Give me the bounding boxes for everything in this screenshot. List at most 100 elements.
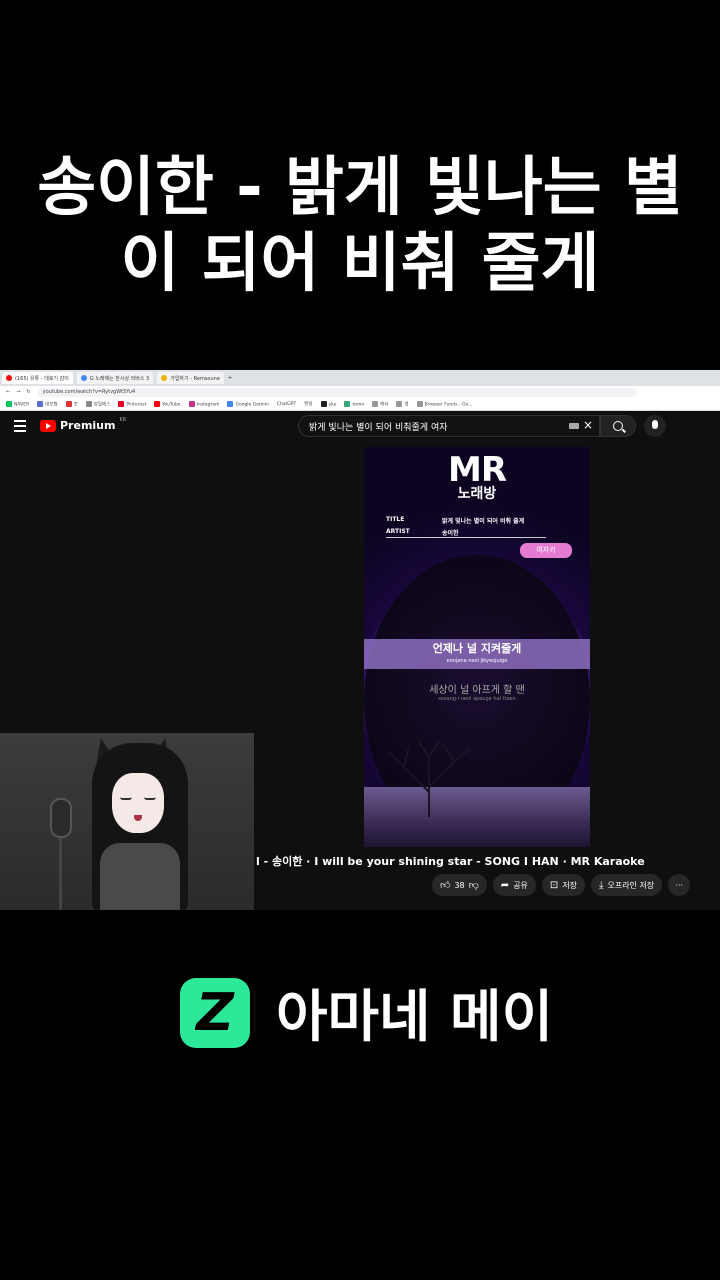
bookmark-item[interactable]: ChatGPT: [277, 402, 296, 407]
save-button[interactable]: ⊡ 저장: [541, 874, 586, 896]
bookmark-item[interactable]: Google Gemini: [227, 400, 269, 407]
thumbs-down-icon[interactable]: 👎︎: [469, 879, 479, 891]
avatar-mouth: [134, 815, 142, 821]
more-options-button[interactable]: ···: [668, 874, 691, 896]
mr-logo: MR: [447, 450, 507, 490]
mr-logo-subtitle: 노래방: [457, 486, 497, 502]
bookmark-item[interactable]: Instagram: [188, 400, 219, 407]
search-query: 밝게 빛나는 별이 되어 비춰줄게 여자: [309, 422, 448, 433]
clear-icon[interactable]: ×: [583, 418, 593, 432]
youtube-icon: [154, 400, 161, 407]
url-field[interactable]: youtube.com/watch?v=RytvgWt5Yu4: [36, 387, 637, 397]
headline: 송이한 - 밝게 빛나는 별 이 되어 비춰 줄게: [0, 150, 720, 302]
browser-tab[interactable]: G 노래에는 한시상 리버스 3: [76, 372, 154, 384]
search-icon: [613, 421, 623, 431]
tab-label: (165) 유튜 - 데로기 감이: [15, 375, 69, 382]
reload-icon[interactable]: ↻: [26, 389, 30, 395]
avatar-body: [100, 843, 180, 910]
new-tab-icon[interactable]: +: [228, 375, 232, 381]
avatar-eye: [144, 797, 156, 800]
forward-icon[interactable]: →: [16, 389, 20, 395]
browser-tab[interactable]: (165) 유튜 - 데로기 감이: [2, 372, 73, 384]
youtube-favicon-icon: [6, 375, 12, 381]
bookmark-icon: [85, 400, 92, 407]
like-count: 38: [454, 880, 465, 890]
mic-stand: [59, 838, 62, 910]
zeta-logo-icon: Z: [180, 977, 250, 1048]
region-label: KR: [119, 416, 127, 423]
youtube-premium-logo[interactable]: Premium KR: [40, 416, 127, 432]
bookmark-icon: [65, 400, 72, 407]
title-key: TITLE: [386, 516, 405, 523]
bookmark-icon: [320, 400, 327, 407]
browser-tab-bar: (165) 유튜 - 데로기 감이 G 노래에는 한시상 리버스 3 가입하기 …: [0, 370, 720, 386]
youtube-play-icon: [40, 419, 56, 432]
channel-name: 아마네 메이: [276, 985, 554, 1050]
like-button[interactable]: 👍︎ 38 👎︎: [432, 874, 487, 896]
bookmark-item[interactable]: 당필에스: [85, 400, 110, 407]
bookmark-item[interactable]: 텐실: [304, 401, 312, 407]
streamer-webcam-overlay: [0, 733, 254, 910]
site-favicon-icon: [161, 375, 168, 381]
search-button[interactable]: [600, 415, 636, 437]
folder-icon: [396, 400, 403, 407]
share-label: 공유: [513, 880, 528, 890]
bookmark-icon: [6, 400, 12, 407]
current-lyric-band: 언제나 널 지켜줄게 eonjena neol jikyeojulge: [364, 639, 590, 669]
google-favicon-icon: [80, 375, 87, 381]
bookmark-item[interactable]: 백서: [372, 400, 388, 407]
thumbs-up-icon: 👍︎: [440, 880, 451, 891]
hamburger-menu-icon[interactable]: [14, 420, 26, 432]
folder-icon: [372, 400, 379, 407]
share-button[interactable]: ➦ 공유: [492, 874, 536, 896]
tab-label: G 노래에는 한시상 리버스 3: [89, 375, 150, 382]
search-input[interactable]: 밝게 빛나는 별이 되어 비춰줄게 여자 ×: [298, 415, 600, 437]
offline-label: 오프라인 저장: [607, 880, 655, 890]
folder-icon: [416, 400, 423, 407]
artist-row: ARTIST 송이한: [386, 528, 459, 537]
avatar-eye: [120, 797, 132, 800]
youtube-header: Premium KR 밝게 빛나는 별이 되어 비춰줄게 여자 ×: [0, 411, 720, 441]
title-row: TITLE 밝게 빛나는 별이 되어 비춰 줄게: [386, 516, 524, 525]
pinterest-icon: [118, 400, 125, 407]
headline-line-2: 이 되어 비춰 줄게: [120, 227, 600, 301]
microphone-icon: [50, 798, 72, 838]
bookmark-icon: ⊡: [549, 879, 559, 891]
voice-search-mic-icon[interactable]: [644, 415, 666, 437]
bookmark-item[interactable]: 조: [65, 400, 78, 407]
bookmarks-bar: NAVER 대보험 조 당필에스 Pinterest YouTube Insta…: [0, 398, 720, 411]
keyboard-icon[interactable]: [569, 423, 579, 429]
avatar-face: [112, 773, 164, 833]
download-icon: ⤓: [599, 879, 604, 891]
artist-key: ARTIST: [386, 528, 410, 535]
brand-label: Premium: [60, 419, 116, 432]
key-tag: 여자키: [520, 543, 572, 558]
gemini-icon: [227, 400, 234, 407]
video-actions: 👍︎ 38 👎︎ ➦ 공유 ⊡ 저장 ⤓ 오프라인 저장 ···: [432, 874, 691, 896]
bookmark-item[interactable]: 대보험: [37, 400, 58, 407]
bookmark-item[interactable]: YouTube: [154, 400, 181, 407]
instagram-icon: [188, 400, 195, 407]
headline-line-1: 송이한 - 밝게 빛나는 별: [37, 151, 683, 225]
browser-tab[interactable]: 가입하기 - Remsoune: [157, 372, 224, 384]
bookmark-item[interactable]: NAVER: [6, 400, 29, 407]
video-title: l - 송이한 · I will be your shining star - …: [256, 855, 645, 868]
divider: [386, 537, 546, 538]
bookmark-item[interactable]: Pinterest: [118, 400, 146, 407]
share-icon: ➦: [500, 879, 510, 891]
bookmark-item[interactable]: tomo: [344, 400, 364, 407]
bookmark-item[interactable]: yku: [320, 400, 336, 407]
next-lyric: 세상이 널 아프게 할 땐: [429, 685, 525, 696]
download-button[interactable]: ⤓ 오프라인 저장: [591, 874, 663, 896]
avatar-choker: [124, 836, 152, 841]
bookmark-icon: [344, 400, 351, 407]
current-lyric: 언제나 널 지켜줄게: [432, 642, 522, 655]
bookmark-item[interactable]: Browser Funds - Go...: [416, 400, 472, 407]
bookmark-item[interactable]: 앰: [396, 400, 409, 407]
more-icon: ···: [675, 880, 683, 890]
tree-silhouette: [388, 740, 470, 817]
tab-label: 가입하기 - Remsoune: [170, 375, 220, 382]
screen-capture: (165) 유튜 - 데로기 감이 G 노래에는 한시상 리버스 3 가입하기 …: [0, 370, 720, 910]
video-player[interactable]: MR 노래방 TITLE 밝게 빛나는 별이 되어 비춰 줄게 ARTIST 송…: [364, 447, 590, 847]
back-icon[interactable]: ←: [6, 389, 10, 395]
